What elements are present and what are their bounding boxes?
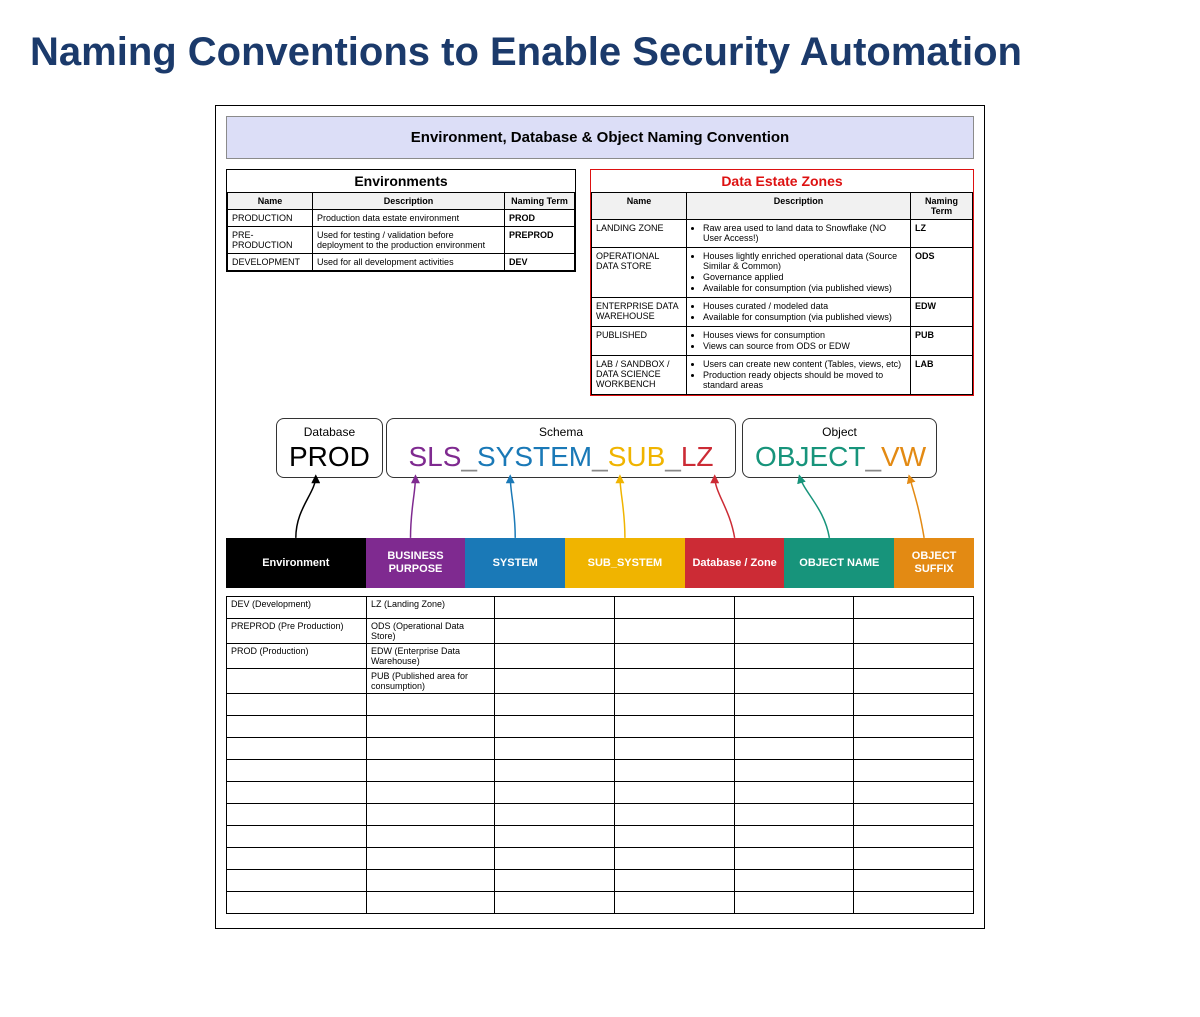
environments-box: Environments Name Description Naming Ter… [226,169,576,272]
table-row [227,804,974,826]
env-th-name: Name [228,193,313,210]
database-label: Database [289,425,370,439]
schema-value: SLS_SYSTEM_SUB_LZ [399,441,723,473]
strip-business-purpose: BUSINESS PURPOSE [366,538,466,588]
table-row [227,738,974,760]
table-row [227,826,974,848]
table-row: PUB (Published area for consumption) [227,669,974,694]
table-row: DEVELOPMENTUsed for all development acti… [228,254,575,271]
table-row [227,848,974,870]
zones-table: Name Description Naming Term LANDING ZON… [591,192,973,395]
zones-box: Data Estate Zones Name Description Namin… [590,169,974,396]
table-row: PREPROD (Pre Production)ODS (Operational… [227,619,974,644]
table-row: OPERATIONAL DATA STOREHouses lightly enr… [592,248,973,298]
object-label: Object [755,425,924,439]
object-value: OBJECT_VW [755,441,924,473]
schema-label: Schema [399,425,723,439]
legend-strip: Environment BUSINESS PURPOSE SYSTEM SUB_… [226,538,974,588]
panel-title: Environment, Database & Object Naming Co… [226,116,974,159]
strip-object-name: OBJECT NAME [784,538,894,588]
table-row [227,782,974,804]
table-row: PROD (Production)EDW (Enterprise Data Wa… [227,644,974,669]
table-row [227,870,974,892]
diagram-canvas: Environment, Database & Object Naming Co… [215,105,985,929]
page: Naming Conventions to Enable Security Au… [0,0,1200,1017]
zone-th-term: Naming Term [911,193,973,220]
table-row [227,694,974,716]
table-row [227,892,974,914]
strip-object-suffix: OBJECT SUFFIX [894,538,974,588]
object-block: Object OBJECT_VW [742,418,937,478]
table-row: ENTERPRISE DATA WAREHOUSEHouses curated … [592,298,973,327]
strip-sub-system: SUB_SYSTEM [565,538,685,588]
zones-caption: Data Estate Zones [591,170,973,192]
table-row [227,716,974,738]
table-row: LANDING ZONERaw area used to land data t… [592,220,973,248]
table-row: PRE-PRODUCTIONUsed for testing / validat… [228,227,575,254]
strip-environment: Environment [226,538,366,588]
env-th-desc: Description [313,193,505,210]
table-row: DEV (Development)LZ (Landing Zone) [227,597,974,619]
tables-row: Environments Name Description Naming Ter… [226,169,974,396]
environments-caption: Environments [227,170,575,192]
table-row: LAB / SANDBOX / DATA SCIENCE WORKBENCHUs… [592,356,973,395]
table-row: PUBLISHEDHouses views for consumptionVie… [592,327,973,356]
naming-example: Database PROD Schema SLS_SYSTEM_SUB_LZ O… [226,418,974,588]
bottom-grid: DEV (Development)LZ (Landing Zone)PREPRO… [226,596,974,914]
zone-th-name: Name [592,193,687,220]
zone-th-desc: Description [687,193,911,220]
page-title: Naming Conventions to Enable Security Au… [30,30,1170,75]
strip-system: SYSTEM [465,538,565,588]
env-th-term: Naming Term [505,193,575,210]
table-row [227,760,974,782]
database-block: Database PROD [276,418,383,478]
database-value: PROD [289,441,370,473]
schema-block: Schema SLS_SYSTEM_SUB_LZ [386,418,736,478]
environments-table: Name Description Naming Term PRODUCTIONP… [227,192,575,271]
strip-database-zone: Database / Zone [685,538,785,588]
table-row: PRODUCTIONProduction data estate environ… [228,210,575,227]
